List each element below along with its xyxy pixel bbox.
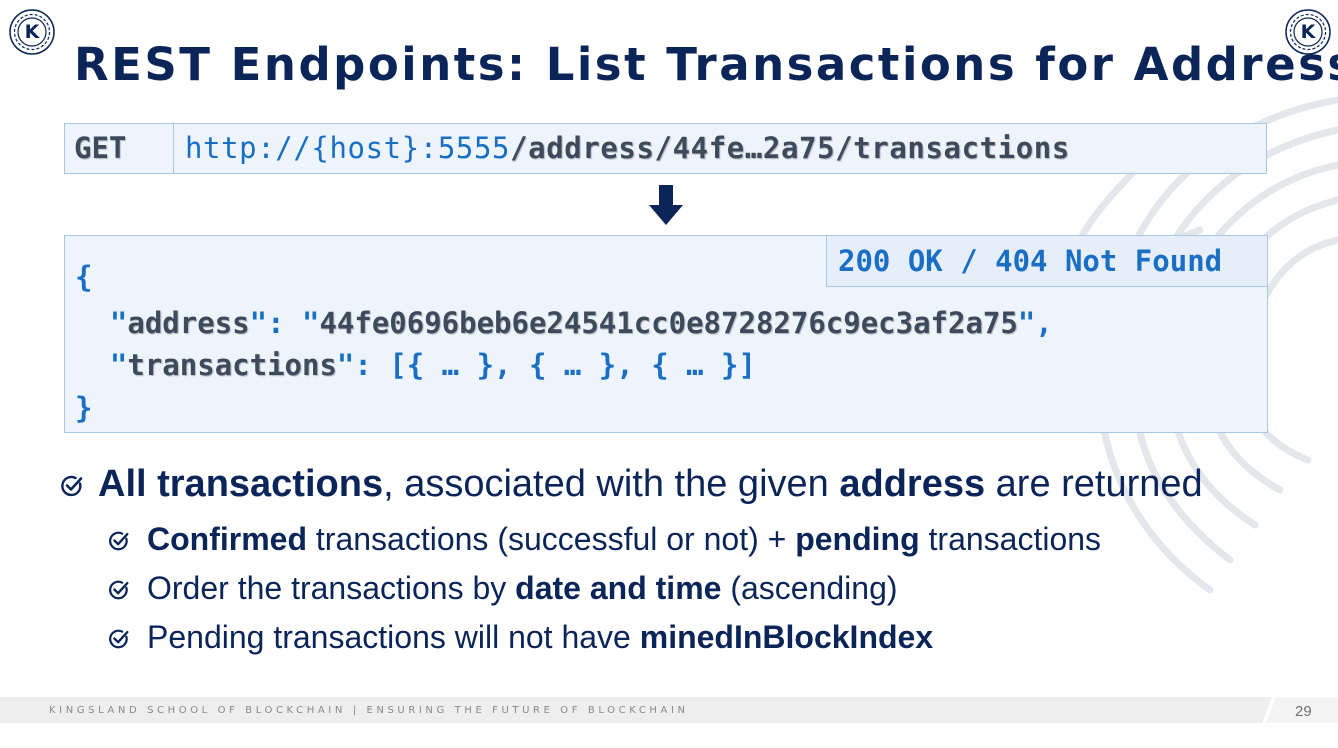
check-circle-icon	[109, 580, 129, 600]
address-key: address	[127, 306, 250, 340]
bullet-main: All transactions, associated with the gi…	[60, 463, 1203, 506]
transactions-key: transactions	[127, 348, 337, 382]
check-circle-icon	[109, 531, 129, 551]
response-box: 200 OK / 404 Not Found { "address": "44f…	[64, 235, 1268, 433]
request-bar: GET http://{host}:5555/address/44fe…2a75…	[64, 123, 1267, 174]
bullet-sub-2: Order the transactions by date and time …	[108, 570, 898, 607]
bullet-sub1-text2: transactions	[919, 521, 1102, 557]
kingsland-logo-left: K	[8, 8, 56, 56]
close-brace: }	[75, 391, 93, 425]
bullet-main-text1: , associated with the given	[383, 463, 840, 505]
status-badge: 200 OK / 404 Not Found	[826, 235, 1268, 287]
bullet-main-bold1: All transactions	[98, 463, 384, 505]
url-path: /address/44fe…2a75/transactions	[510, 131, 1070, 165]
open-brace: {	[75, 260, 93, 294]
http-method: GET	[65, 124, 174, 173]
arrow-down-icon	[649, 185, 683, 225]
bullet-main-bold2: address	[839, 463, 986, 505]
request-url: http://{host}:5555/address/44fe…2a75/tra…	[174, 124, 1070, 173]
logo-letter: K	[24, 21, 40, 43]
bullet-sub3-text1: Pending transactions will not have	[147, 619, 640, 655]
bullet-sub-3: Pending transactions will not have mined…	[108, 619, 933, 656]
page-number: 29	[1295, 703, 1312, 720]
check-circle-icon	[109, 629, 129, 649]
bullet-main-text2: are returned	[985, 463, 1203, 505]
bullet-sub2-text1: Order the transactions by	[147, 570, 516, 606]
code-line-address: "address": "44fe0696beb6e24541cc0e872827…	[75, 306, 1053, 340]
code-line-open: {	[75, 257, 92, 297]
transactions-value: [{ … }, { … }, { … }]	[389, 348, 756, 382]
page-title: REST Endpoints: List Transactions for Ad…	[74, 38, 1338, 91]
bullet-sub1-bold2: pending	[795, 521, 920, 557]
bullet-sub2-bold1: date and time	[515, 570, 722, 606]
bullet-sub1-bold1: Confirmed	[147, 521, 307, 557]
url-base: http://{host}:5555	[185, 131, 511, 165]
code-line-transactions: "transactions": [{ … }, { … }, { … }]	[75, 348, 756, 382]
bullet-sub-1: Confirmed transactions (successful or no…	[108, 521, 1101, 558]
bullet-sub3-bold1: minedInBlockIndex	[639, 619, 934, 655]
address-value: 44fe0696beb6e24541cc0e8728276c9ec3af2a75	[319, 306, 1018, 340]
check-circle-icon	[61, 475, 83, 497]
bullet-sub2-text2: (ascending)	[721, 570, 898, 606]
footer-text: KINGSLAND SCHOOL OF BLOCKCHAIN | ENSURIN…	[49, 705, 689, 716]
code-line-close: }	[75, 388, 92, 428]
bullet-sub1-text1: transactions (successful or not) +	[307, 521, 796, 557]
